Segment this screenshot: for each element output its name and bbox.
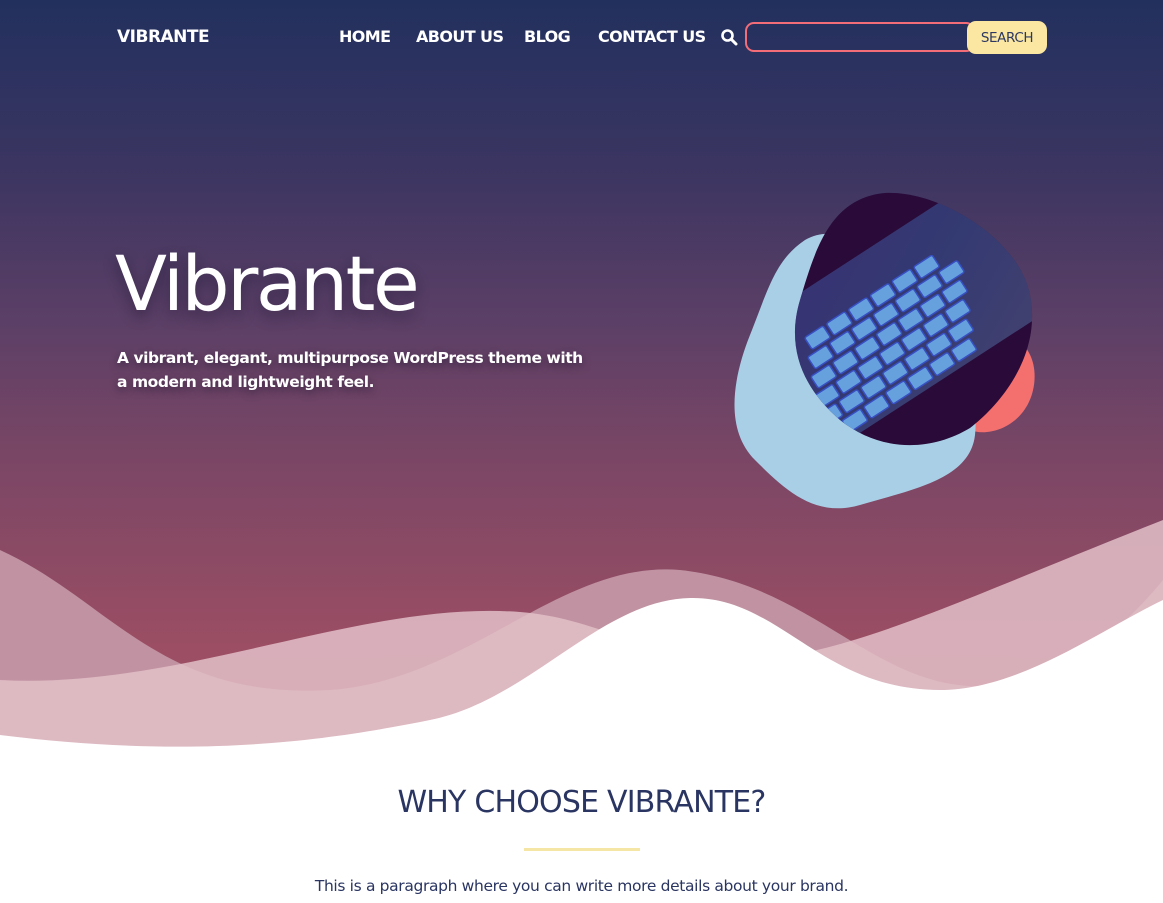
section-title: WHY CHOOSE VIBRANTE? [397, 785, 766, 820]
nav-home[interactable]: HOME [339, 27, 391, 46]
title-underline [524, 848, 640, 851]
search-icon[interactable] [720, 28, 738, 46]
site-header: VIBRANTE HOME ABOUT US BLOG CONTACT US S… [0, 0, 1163, 76]
search-button[interactable]: SEARCH [967, 21, 1047, 54]
nav-blog[interactable]: BLOG [524, 27, 571, 46]
hero-tagline: A vibrant, elegant, multipurpose WordPre… [117, 349, 583, 391]
nav-about-us[interactable]: ABOUT US [416, 27, 504, 46]
hero-title: Vibrante [115, 239, 420, 328]
section-paragraph: This is a paragraph where you can write … [314, 877, 849, 895]
keyboard-image-blob [734, 192, 1035, 509]
search-input[interactable] [745, 22, 975, 52]
nav-contact-us[interactable]: CONTACT US [598, 27, 706, 46]
site-logo[interactable]: VIBRANTE [117, 27, 210, 47]
